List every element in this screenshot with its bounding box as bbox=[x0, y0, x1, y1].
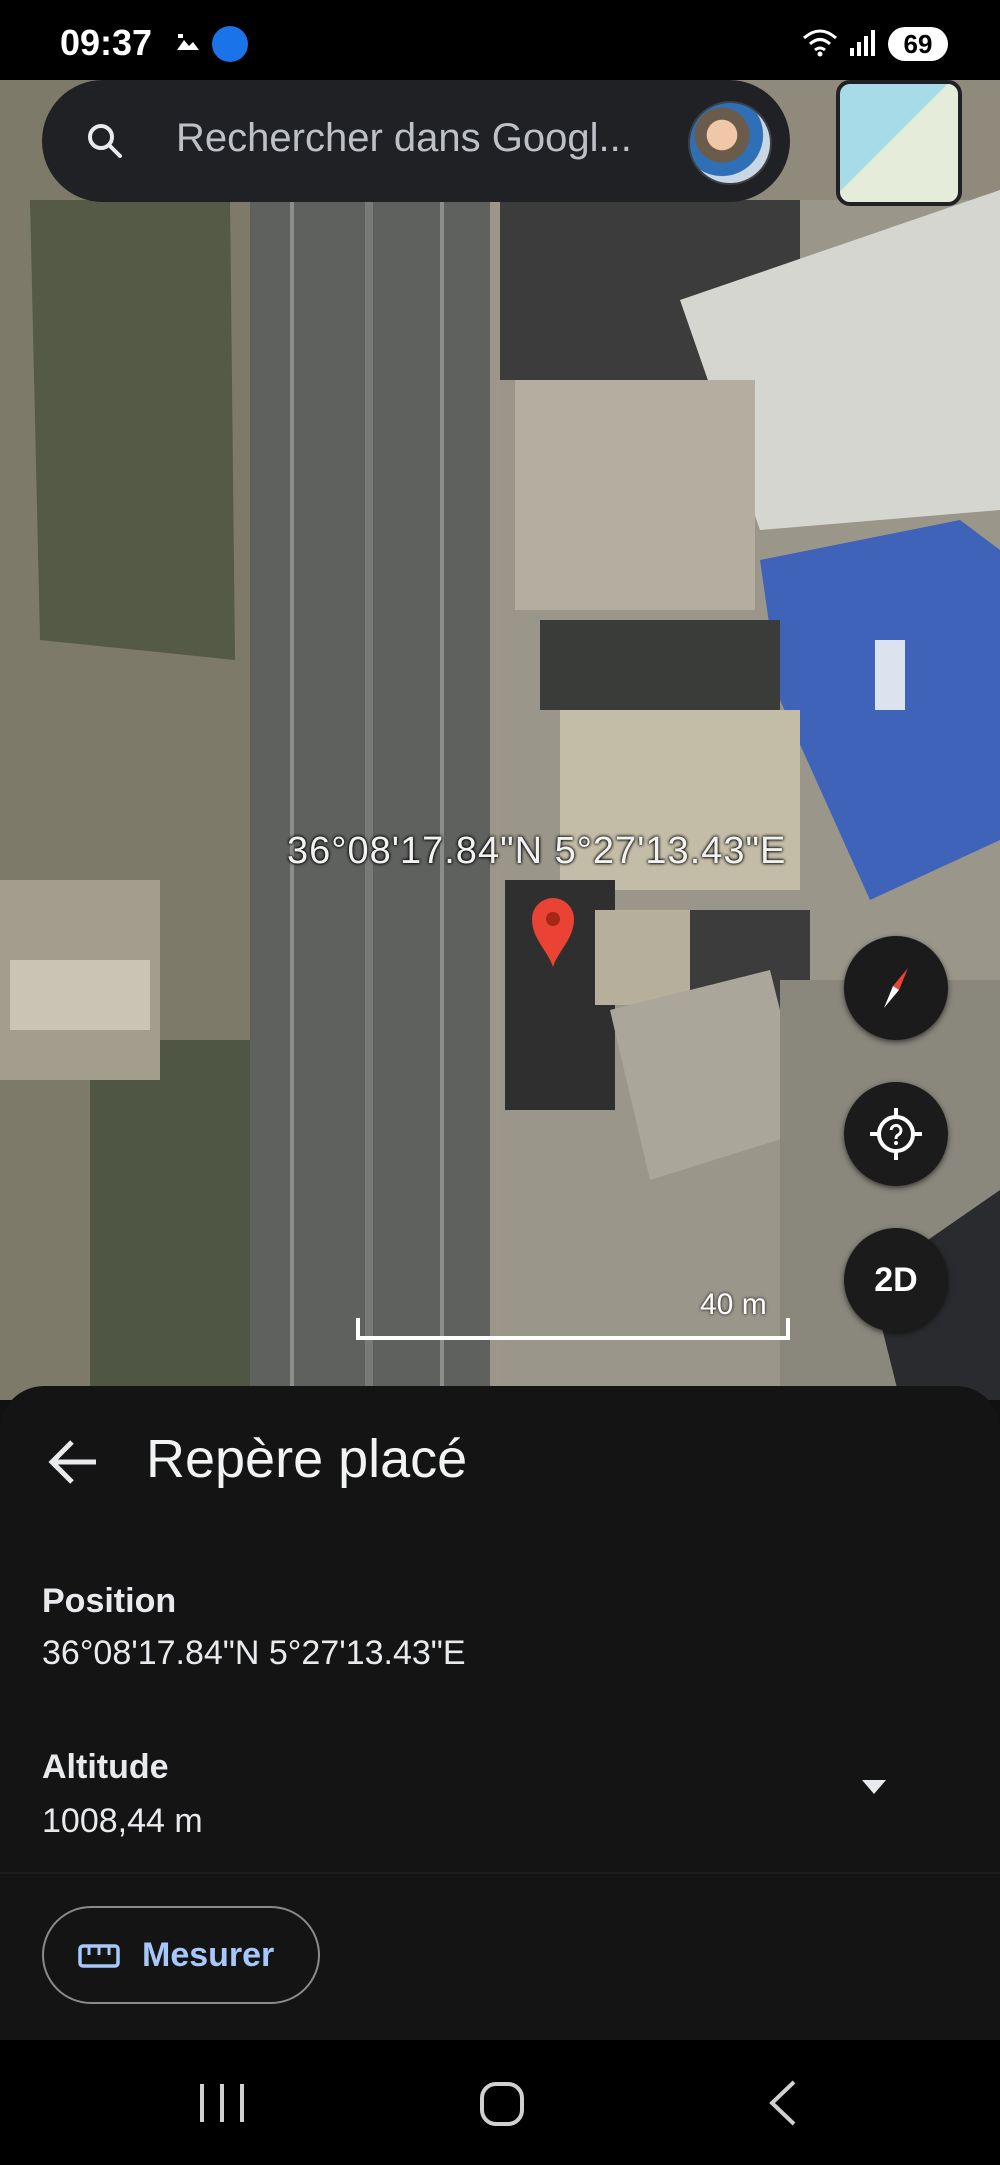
caret-down-icon[interactable] bbox=[856, 1774, 892, 1798]
position-value: 36°08'17.84"N 5°27'13.43"E bbox=[42, 1634, 466, 1672]
scale-label: 40 m bbox=[700, 1288, 767, 1321]
measure-button[interactable]: Mesurer bbox=[42, 1906, 320, 2004]
recents-icon[interactable] bbox=[196, 2080, 248, 2126]
coordinates-overlay: 36°08'17.84"N 5°27'13.43"E bbox=[287, 830, 787, 872]
search-bar[interactable]: Rechercher dans Googl... bbox=[42, 80, 790, 202]
compass-button[interactable] bbox=[844, 936, 948, 1040]
wifi-icon bbox=[803, 29, 837, 57]
satellite-map[interactable] bbox=[0, 80, 1000, 1400]
altitude-value: 1008,44 m bbox=[42, 1802, 203, 1840]
panel-title: Repère placé bbox=[146, 1429, 468, 1489]
back-icon[interactable] bbox=[764, 2078, 800, 2128]
measure-label: Mesurer bbox=[142, 1936, 275, 1974]
my-location-button[interactable] bbox=[844, 1082, 948, 1186]
position-label: Position bbox=[42, 1582, 177, 1620]
placed-marker-panel: Repère placé Position 36°08'17.84"N 5°27… bbox=[0, 1386, 1000, 2040]
divider bbox=[0, 1872, 1000, 1874]
home-icon[interactable] bbox=[478, 2080, 526, 2128]
arrow-left-icon[interactable] bbox=[42, 1430, 106, 1494]
view-mode-2d-button[interactable]: 2D bbox=[844, 1228, 948, 1332]
signal-icon bbox=[850, 30, 875, 56]
battery-badge: 69 bbox=[888, 27, 948, 61]
status-time: 09:37 bbox=[60, 22, 153, 63]
search-input[interactable]: Rechercher dans Googl... bbox=[176, 116, 632, 161]
map-imagery bbox=[0, 80, 1000, 1400]
compass-icon bbox=[884, 968, 908, 1008]
avatar[interactable] bbox=[688, 101, 772, 185]
view-mode-label: 2D bbox=[874, 1261, 918, 1299]
help-location-icon bbox=[870, 1108, 922, 1160]
system-nav-bar bbox=[0, 2040, 1000, 2165]
photo-notification-icon bbox=[177, 34, 199, 50]
app-notification-icon bbox=[212, 26, 248, 62]
ruler-icon bbox=[78, 1944, 120, 1968]
map-pin-icon[interactable] bbox=[530, 895, 576, 969]
search-icon bbox=[88, 124, 122, 158]
altitude-label: Altitude bbox=[42, 1748, 169, 1786]
status-bar: 09:37 69 bbox=[0, 0, 1000, 80]
map-layers-button[interactable] bbox=[836, 80, 962, 206]
